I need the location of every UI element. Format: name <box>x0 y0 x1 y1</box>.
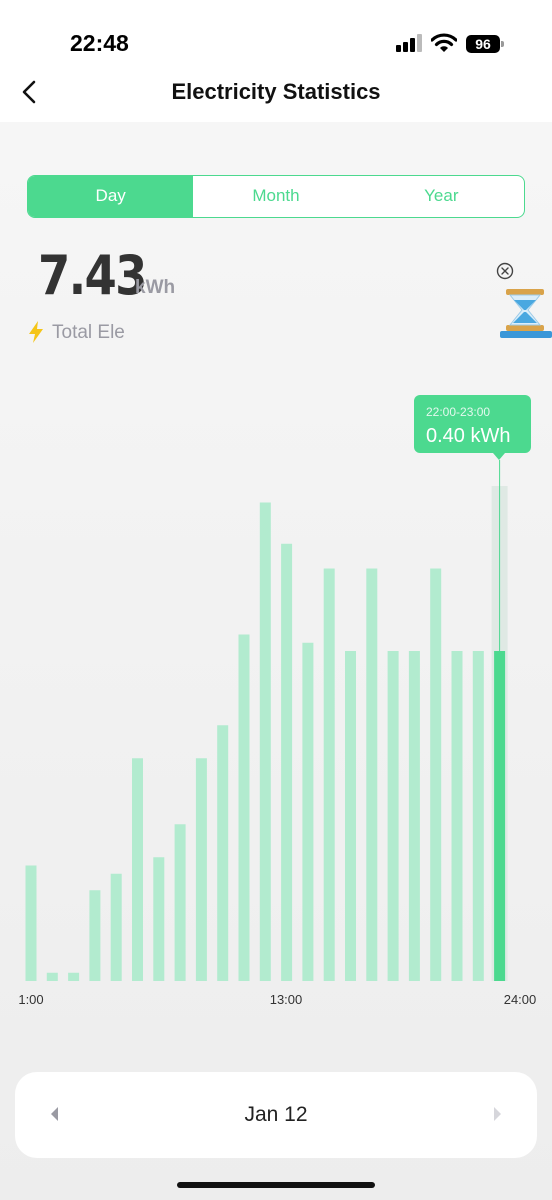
x-axis-ticks: 1:00 13:00 24:00 <box>18 992 536 1007</box>
bar-hour-2[interactable] <box>46 972 58 981</box>
bar-hour-6[interactable] <box>132 758 143 981</box>
bar-hour-13[interactable] <box>281 543 293 981</box>
status-time: 22:48 <box>70 30 129 56</box>
tab-year[interactable]: Year <box>359 176 524 217</box>
bar-hour-23[interactable] <box>494 651 506 981</box>
bar-hour-5[interactable] <box>110 873 122 981</box>
home-indicator <box>177 1182 375 1188</box>
x-tick-label: 24:00 <box>504 992 537 1007</box>
period-tabs: Day Month Year <box>27 175 525 218</box>
page-title: Electricity Statistics <box>171 79 381 104</box>
wifi-icon <box>431 33 457 52</box>
total-energy-label: Total Ele <box>52 322 125 343</box>
hourglass-icon[interactable] <box>497 287 552 339</box>
bar-hour-18[interactable] <box>387 651 399 981</box>
tooltip: 22:00-23:00 0.40 kWh <box>414 395 531 460</box>
bar-hour-14[interactable] <box>302 642 314 981</box>
bar-hour-17[interactable] <box>366 568 378 982</box>
bar-hour-19[interactable] <box>408 651 420 981</box>
status-bar: 22:48 96 <box>0 0 552 70</box>
total-energy-unit: kWh <box>135 277 176 298</box>
x-tick-label: 1:00 <box>18 992 43 1007</box>
bar-hour-8[interactable] <box>174 824 186 981</box>
cellular-signal-icon <box>396 34 422 52</box>
tooltip-pointer <box>493 453 505 460</box>
tooltip-value: 0.40 kWh <box>426 425 510 447</box>
battery-icon: 96 <box>466 35 504 53</box>
hourly-consumption-chart: 22:00-23:00 0.40 kWh 1:00 13:00 24:00 <box>18 395 536 1007</box>
tab-day[interactable]: Day <box>28 176 194 217</box>
bar-hour-4[interactable] <box>89 890 101 981</box>
bar-hour-12[interactable] <box>259 502 271 982</box>
total-energy-value: 7.43 <box>38 244 147 307</box>
lightning-bolt-icon <box>29 321 43 343</box>
bar-hour-16[interactable] <box>345 651 356 981</box>
tooltip-range: 22:00-23:00 <box>426 405 490 419</box>
bar-hour-20[interactable] <box>430 568 442 982</box>
bar-hour-21[interactable] <box>451 651 463 981</box>
bar-hour-15[interactable] <box>323 568 335 982</box>
bar-hour-10[interactable] <box>217 725 229 981</box>
bar-hour-3[interactable] <box>68 972 80 981</box>
selected-date: Jan 12 <box>244 1103 308 1126</box>
bar-hour-22[interactable] <box>472 651 484 981</box>
battery-level: 96 <box>466 35 500 53</box>
bars-group <box>25 460 508 982</box>
nav-bar: Electricity Statistics <box>0 70 552 122</box>
next-day-button[interactable] <box>487 1102 507 1126</box>
date-navigator: Jan 12 <box>15 1072 537 1158</box>
bar-hour-1[interactable] <box>25 865 37 982</box>
bar-hour-9[interactable] <box>195 758 207 981</box>
bar-hour-11[interactable] <box>238 634 250 982</box>
x-tick-label: 13:00 <box>270 992 303 1007</box>
tab-month[interactable]: Month <box>193 176 358 217</box>
bar-hour-7[interactable] <box>153 857 165 981</box>
close-icon[interactable] <box>496 262 514 280</box>
